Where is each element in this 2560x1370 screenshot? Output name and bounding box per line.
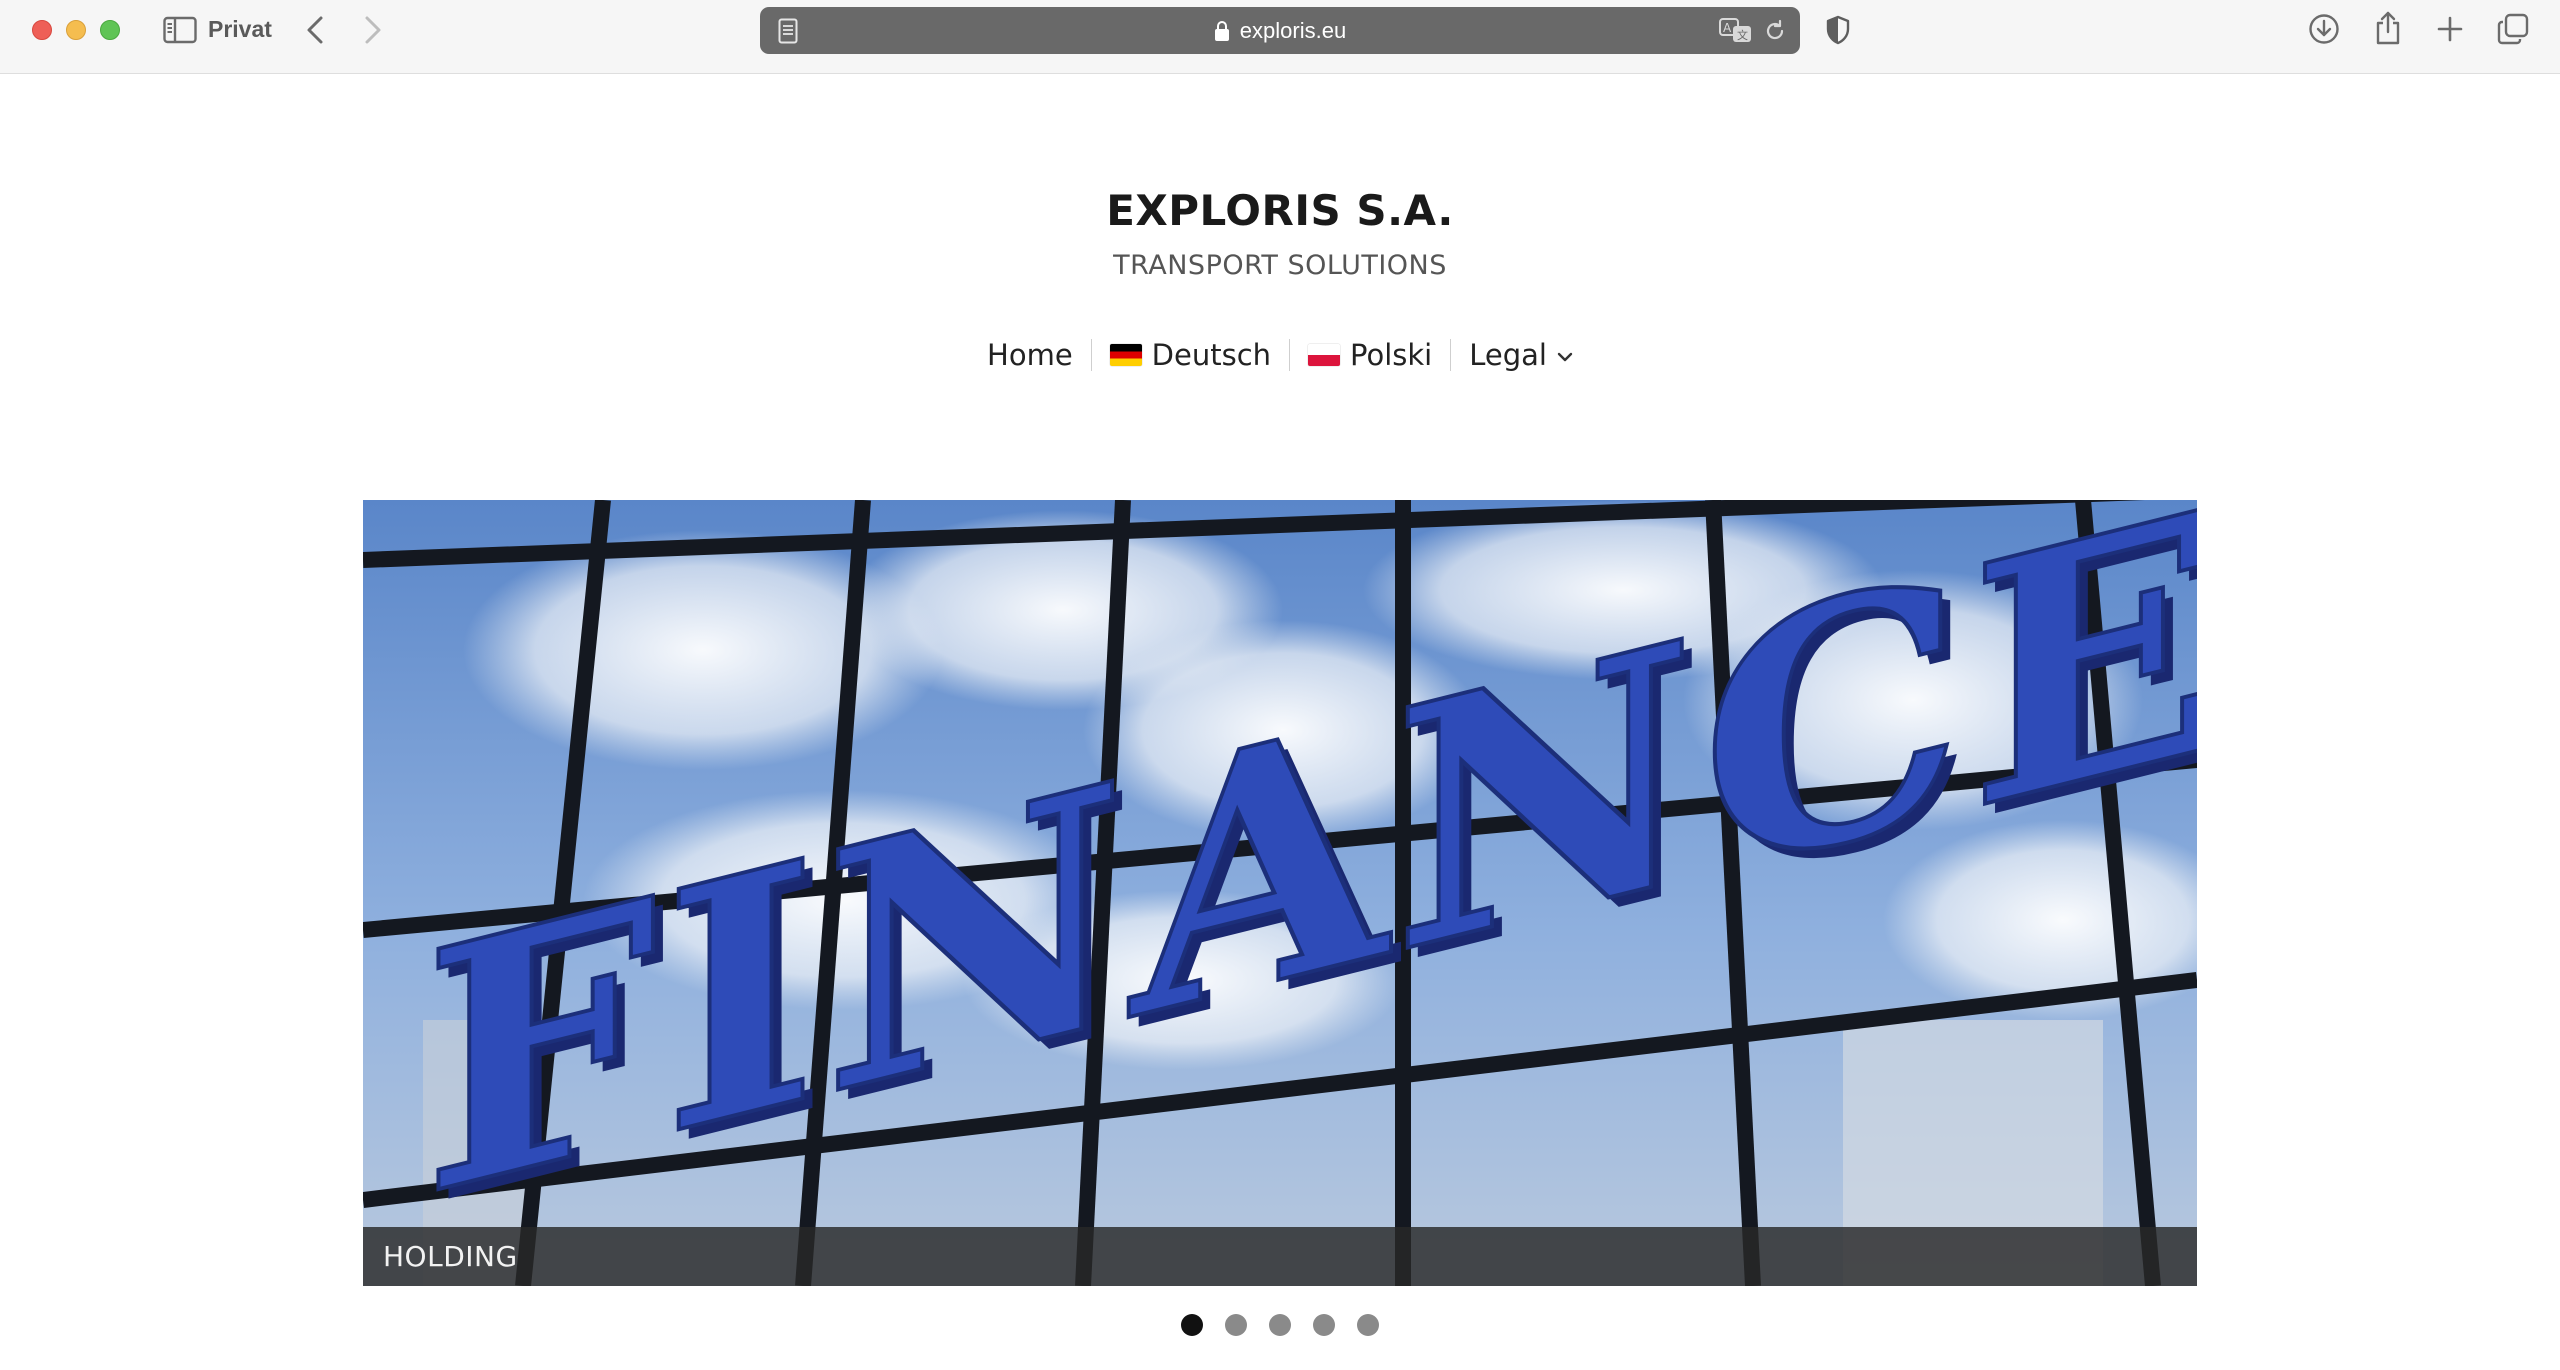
svg-text:A: A [1723,21,1732,35]
slide-caption-bar: HOLDING [363,1227,2197,1286]
slider-dot-2[interactable] [1225,1314,1247,1336]
forward-icon[interactable] [356,12,390,48]
translate-icon[interactable]: A文 [1718,16,1754,46]
address-bar[interactable]: exploris.eu A文 [760,7,1800,54]
polish-flag-icon [1308,344,1341,366]
slider-pagination [0,1314,2560,1338]
nav-item-label: Home [987,338,1073,372]
main-navigation: Home Deutsch Polski Legal [0,334,2560,376]
slider-dot-5[interactable] [1357,1314,1379,1336]
browser-toolbar: Privat exploris.eu A文 [0,0,2560,74]
nav-item-label: Deutsch [1151,338,1272,372]
lock-icon [1214,20,1230,42]
hero-slider[interactable]: FINANCE FINANCE HOLDING [363,500,2197,1286]
nav-item-label: Legal [1469,338,1547,372]
nav-item-home[interactable]: Home [969,338,1091,372]
slide-image: FINANCE FINANCE [363,500,2197,1286]
german-flag-icon [1109,344,1142,366]
svg-text:文: 文 [1737,28,1748,42]
reload-icon[interactable] [1760,16,1790,46]
nav-item-polski[interactable]: Polski [1290,338,1450,372]
site-title[interactable]: EXPLORIS S.A. [0,186,2560,235]
slide-caption: HOLDING [383,1240,518,1273]
nav-item-label: Polski [1350,338,1433,372]
slider-dot-1[interactable] [1181,1314,1203,1336]
url-text: exploris.eu [1239,17,1347,43]
sidebar-icon[interactable] [162,14,198,46]
shield-icon[interactable] [1822,12,1854,48]
slider-dot-3[interactable] [1269,1314,1291,1336]
nav-item-legal[interactable]: Legal [1451,338,1591,372]
download-icon[interactable] [2306,11,2342,47]
zoom-window-button[interactable] [100,20,120,40]
share-icon[interactable] [2370,8,2406,48]
chevron-down-icon [1557,351,1573,363]
private-window-label: Privat [208,16,272,42]
back-icon[interactable] [298,12,332,48]
minimize-window-button[interactable] [66,20,86,40]
site-tagline: TRANSPORT SOLUTIONS [1113,250,1447,281]
new-tab-icon[interactable] [2432,11,2468,47]
tab-overview-icon[interactable] [2494,11,2532,47]
url-display[interactable]: exploris.eu [760,7,1800,54]
nav-item-deutsch[interactable]: Deutsch [1092,338,1289,372]
close-window-button[interactable] [32,20,52,40]
slider-dot-4[interactable] [1313,1314,1335,1336]
